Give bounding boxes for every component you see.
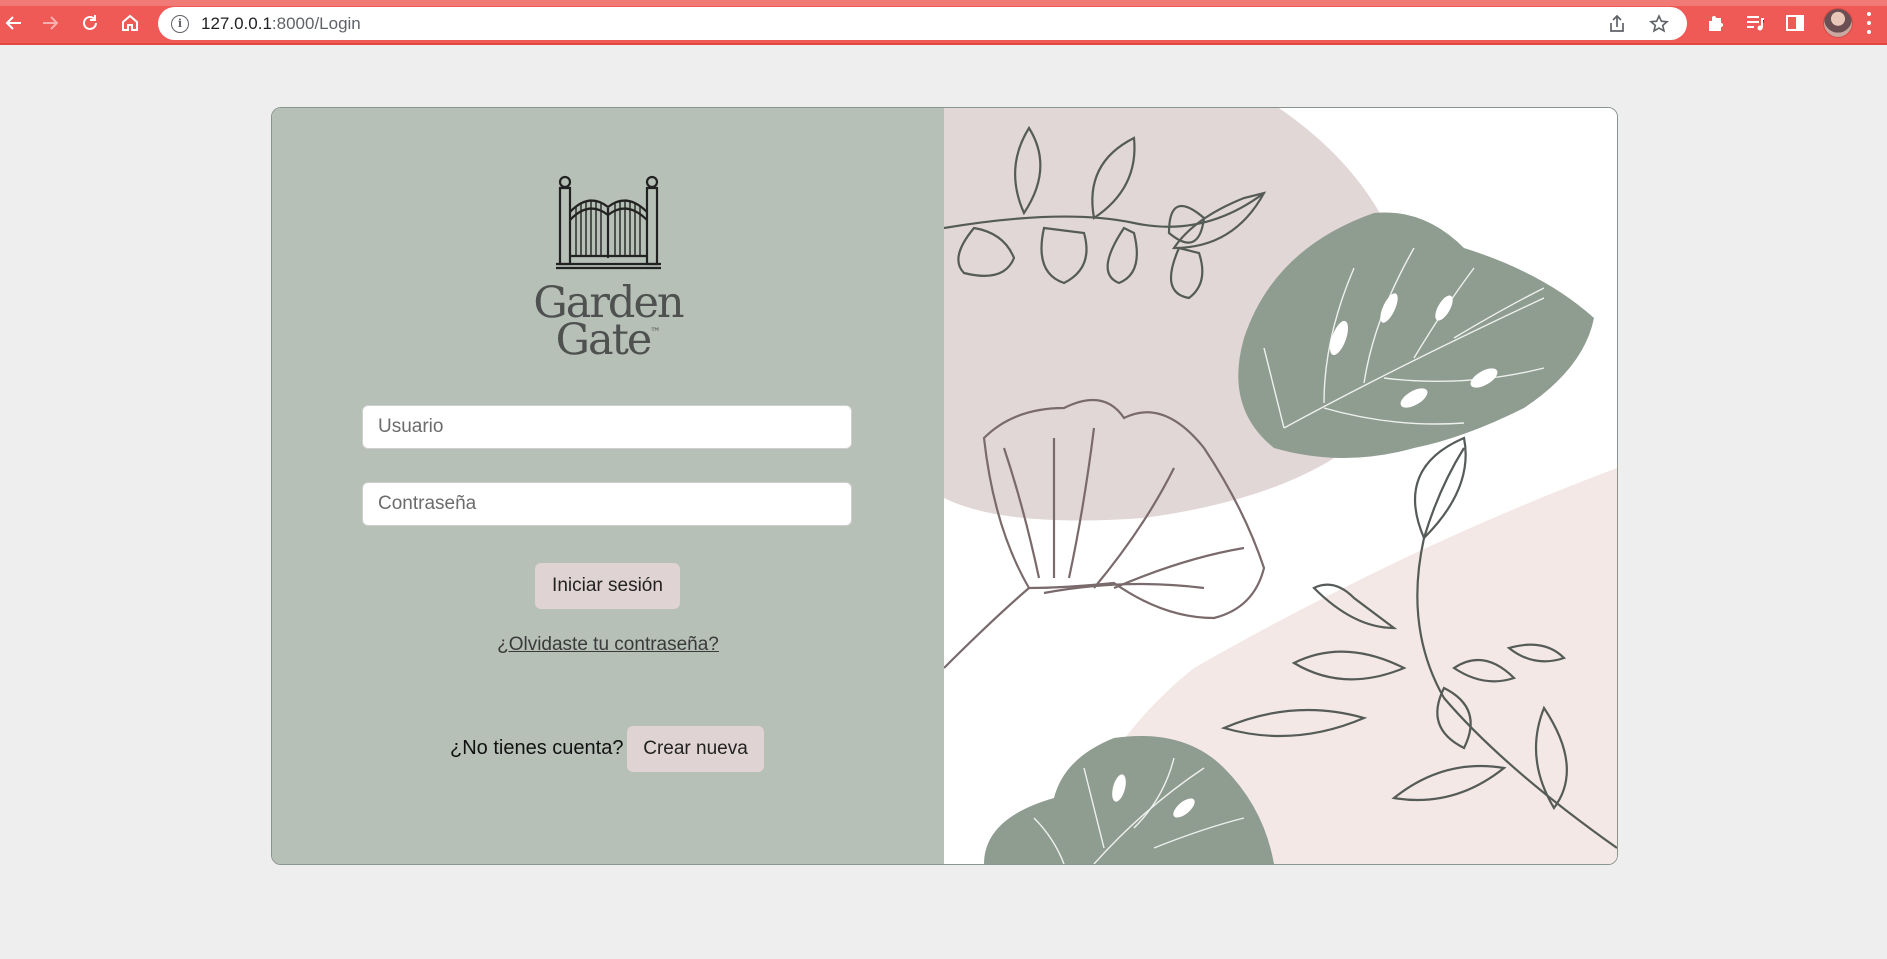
bookmark-star-icon[interactable] bbox=[1649, 7, 1669, 40]
url-text[interactable]: 127.0.0.1:8000/Login bbox=[201, 14, 361, 34]
forward-icon[interactable] bbox=[36, 9, 64, 37]
brand-name-line2: Gate™ bbox=[272, 315, 944, 365]
side-panel-icon[interactable] bbox=[1783, 11, 1807, 35]
url-host: 127.0.0.1 bbox=[201, 13, 272, 33]
profile-avatar[interactable] bbox=[1823, 8, 1853, 38]
trademark-mark: ™ bbox=[650, 327, 661, 338]
create-account-button[interactable]: Crear nueva bbox=[627, 726, 764, 772]
username-input[interactable] bbox=[362, 405, 852, 449]
back-icon[interactable] bbox=[0, 9, 28, 37]
address-bar[interactable]: i 127.0.0.1:8000/Login bbox=[158, 7, 1687, 40]
login-card: Garden Gate™ Iniciar sesión ¿Olvidaste t… bbox=[271, 107, 1618, 865]
home-icon[interactable] bbox=[116, 9, 144, 37]
extensions-icon[interactable] bbox=[1704, 11, 1728, 35]
site-info-icon[interactable]: i bbox=[171, 14, 189, 33]
menu-icon[interactable] bbox=[1866, 12, 1872, 34]
password-input[interactable] bbox=[362, 482, 852, 526]
reload-icon[interactable] bbox=[76, 9, 104, 37]
garden-gate-logo-icon bbox=[556, 175, 661, 270]
no-account-label: ¿No tienes cuenta? bbox=[450, 737, 624, 759]
botanical-leaves-image bbox=[944, 108, 1617, 864]
botanical-illustration bbox=[944, 108, 1617, 864]
url-path: :8000/Login bbox=[271, 13, 361, 33]
login-button[interactable]: Iniciar sesión bbox=[535, 563, 680, 609]
share-icon[interactable] bbox=[1607, 7, 1627, 40]
media-queue-icon[interactable] bbox=[1743, 11, 1767, 35]
login-panel: Garden Gate™ Iniciar sesión ¿Olvidaste t… bbox=[272, 108, 944, 864]
browser-toolbar: i 127.0.0.1:8000/Login bbox=[0, 0, 1887, 45]
forgot-password-link[interactable]: ¿Olvidaste tu contraseña? bbox=[272, 634, 944, 656]
brand-name-gate: Gate bbox=[555, 315, 653, 365]
tab-strip-edge bbox=[0, 0, 1887, 6]
